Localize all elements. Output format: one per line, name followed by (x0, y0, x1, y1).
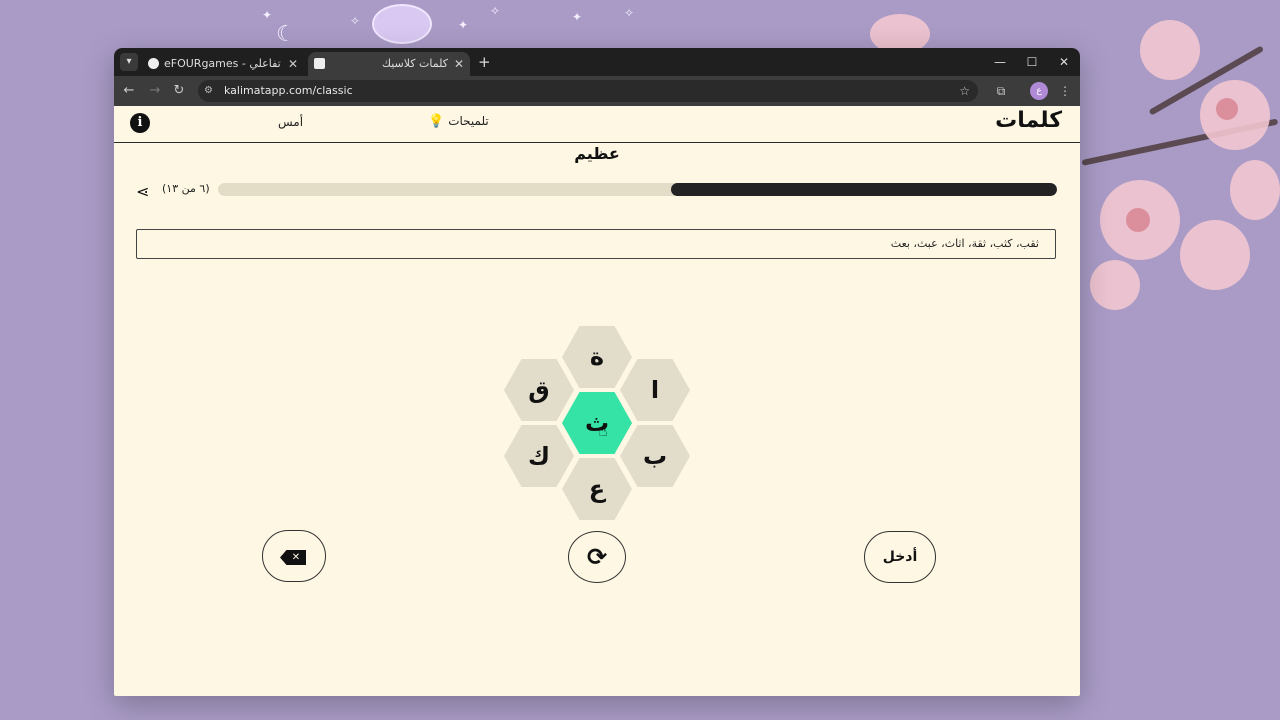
tab-title: كلمات كلاسيك (381, 57, 448, 70)
minimize-icon[interactable]: — (984, 48, 1016, 76)
yesterday-link[interactable]: أمس (278, 115, 303, 129)
tab-efourgames[interactable]: eFOURgames - تحدي ألعاب تفاعلي ✕ (142, 52, 304, 76)
shuffle-button[interactable]: ⟳ (568, 531, 626, 583)
star-icon: ✦ (458, 18, 469, 32)
blossom (1140, 20, 1200, 80)
info-icon[interactable]: i (130, 113, 150, 133)
rank-title: عظيم (574, 144, 620, 163)
reload-icon[interactable]: ↻ (170, 82, 188, 100)
planet-icon (372, 4, 432, 44)
menu-kebab-icon[interactable]: ⋮ (1056, 82, 1074, 100)
star-icon: ✧ (490, 4, 501, 18)
app-header: i أمس 💡 تلميحات كلمات (114, 106, 1080, 143)
address-bar[interactable]: ⚙ kalimatapp.com/classic ☆ (198, 80, 978, 102)
back-icon[interactable]: ← (120, 82, 138, 100)
shuffle-icon: ⟳ (586, 543, 608, 571)
bookmark-star-icon[interactable]: ☆ (959, 80, 970, 102)
enter-button[interactable]: أدخل (864, 531, 936, 583)
letter-hex-center[interactable]: ث (562, 392, 632, 454)
tab-kalimat[interactable]: كلمات كلاسيك ✕ (308, 52, 470, 76)
favicon-icon (314, 58, 325, 69)
blossom (1230, 160, 1280, 220)
new-tab-button[interactable]: + (478, 52, 491, 72)
close-window-icon[interactable]: ✕ (1048, 48, 1080, 76)
hints-label: تلميحات (448, 114, 489, 128)
share-icon[interactable]: ⋖ (136, 182, 149, 201)
tab-bar: ▾ eFOURgames - تحدي ألعاب تفاعلي ✕ كلمات… (114, 48, 1080, 76)
letter-hex-top-right[interactable]: ا (620, 359, 690, 421)
site-info-icon[interactable]: ⚙ (204, 80, 213, 102)
progress-bar (218, 183, 1057, 196)
moon-icon: ☾ (276, 22, 296, 47)
star-icon: ✧ (624, 6, 635, 20)
letter-hex-bottom[interactable]: ع (562, 458, 632, 520)
letter-hex-bottom-right[interactable]: ب (620, 425, 690, 487)
backspace-icon: ✕ (280, 550, 306, 565)
lightbulb-icon: 💡 (428, 114, 445, 129)
close-tab-icon[interactable]: ✕ (288, 52, 298, 76)
profile-avatar[interactable]: ع (1030, 82, 1048, 100)
blossom (1216, 98, 1238, 120)
progress-count: (٦ من ١٣) (162, 182, 210, 195)
browser-toolbar: ← → ↻ ⚙ kalimatapp.com/classic ☆ ⧉ ع ⋮ (114, 76, 1080, 106)
forward-icon[interactable]: → (146, 82, 164, 100)
delete-button[interactable]: ✕ (262, 530, 326, 582)
hints-link[interactable]: 💡 تلميحات (428, 114, 489, 129)
star-icon: ✧ (350, 14, 361, 28)
extensions-icon[interactable]: ⧉ (992, 82, 1010, 100)
browser-window: ▾ eFOURgames - تحدي ألعاب تفاعلي ✕ كلمات… (114, 48, 1080, 696)
found-words-box[interactable]: ثقب، كثب، ثقة، اثاث، عبث، بعث (136, 229, 1056, 259)
star-icon: ✦ (572, 10, 583, 24)
tab-title: eFOURgames - تحدي ألعاب تفاعلي (164, 57, 282, 70)
app-logo: كلمات (995, 108, 1062, 133)
letter-hex-top-left[interactable]: ق (504, 359, 574, 421)
url-text: kalimatapp.com/classic (224, 84, 353, 97)
progress-fill (671, 183, 1057, 196)
blossom (1180, 220, 1250, 290)
mouse-pointer-icon: ☝ (598, 421, 608, 440)
tab-search-button[interactable]: ▾ (120, 53, 138, 71)
blossom (1090, 260, 1140, 310)
blossom (1126, 208, 1150, 232)
letter-hex-top[interactable]: ة (562, 326, 632, 388)
star-icon: ✦ (262, 8, 273, 22)
close-tab-icon[interactable]: ✕ (454, 52, 464, 76)
letter-hex-bottom-left[interactable]: ك (504, 425, 574, 487)
maximize-icon[interactable]: ☐ (1016, 48, 1048, 76)
favicon-icon (148, 58, 159, 69)
